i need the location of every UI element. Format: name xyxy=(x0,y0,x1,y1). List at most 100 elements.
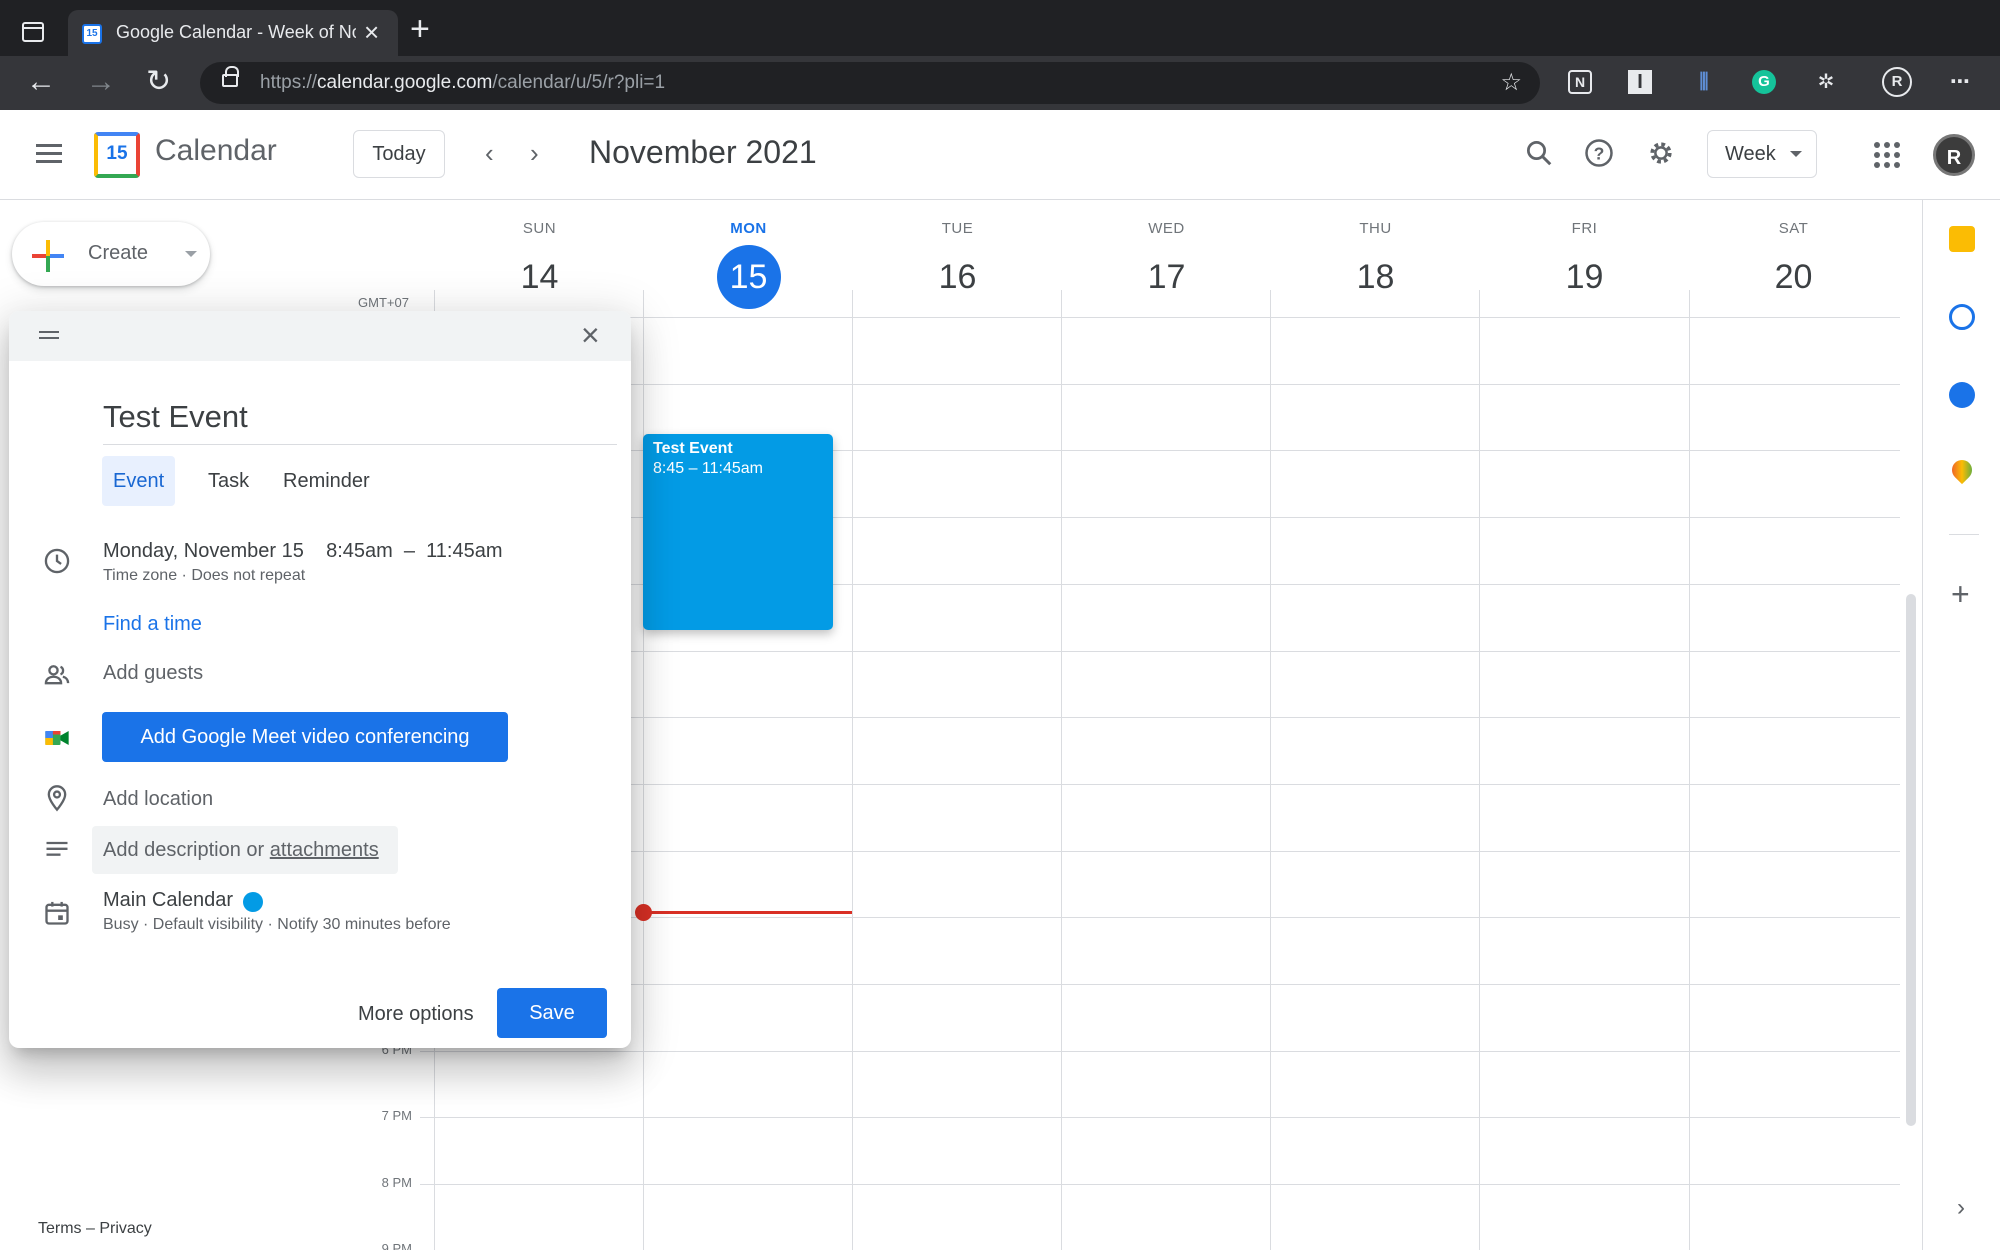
calendar-event-block[interactable]: Test Event 8:45 – 11:45am xyxy=(643,434,833,630)
hour-row-divider xyxy=(420,717,1900,718)
calendar-color-dot[interactable] xyxy=(243,892,263,912)
day-header-sun[interactable]: SUN 14 xyxy=(435,220,644,309)
caret-down-icon xyxy=(1790,151,1802,157)
more-menu-icon[interactable]: ⋯ xyxy=(1946,68,1974,96)
hour-row-divider xyxy=(420,450,1900,451)
lock-icon[interactable] xyxy=(222,66,239,87)
close-icon[interactable]: × xyxy=(581,319,600,351)
event-title-input[interactable]: Test Event xyxy=(103,389,617,445)
current-time-indicator xyxy=(643,911,852,914)
attachments-link[interactable]: attachments xyxy=(270,839,379,861)
browser-tab-active[interactable]: 15 Google Calendar - Week of November 15… xyxy=(68,10,398,56)
side-panel-divider xyxy=(1949,534,1979,535)
tab-task[interactable]: Task xyxy=(197,456,260,506)
day-number[interactable]: 19 xyxy=(1553,245,1617,309)
bars-extension-icon[interactable]: ⫼ xyxy=(1690,68,1718,96)
forward-arrow-icon[interactable]: → xyxy=(86,64,116,100)
close-tab-icon[interactable]: × xyxy=(364,18,379,46)
google-apps-icon[interactable] xyxy=(1874,142,1900,168)
day-of-week: SAT xyxy=(1778,220,1809,237)
view-selector[interactable]: Week xyxy=(1707,130,1817,178)
tab-event[interactable]: Event xyxy=(102,456,176,506)
day-header-tue[interactable]: TUE 16 xyxy=(853,220,1062,309)
keep-icon[interactable] xyxy=(1949,226,1975,252)
terms-privacy-links[interactable]: Terms – Privacy xyxy=(38,1220,152,1238)
address-url[interactable]: https://calendar.google.com/calendar/u/5… xyxy=(260,72,665,94)
add-location-field[interactable]: Add location xyxy=(103,788,213,811)
next-week-icon[interactable]: › xyxy=(530,138,539,168)
event-date-time[interactable]: Monday, November 15 8:45am – 11:45am xyxy=(103,540,502,563)
day-header-sat[interactable]: SAT 20 xyxy=(1689,220,1898,309)
svg-text:?: ? xyxy=(1594,143,1605,163)
tab-title: Google Calendar - Week of November 15, 2… xyxy=(116,22,356,42)
main-menu-icon[interactable] xyxy=(36,144,64,164)
more-options-button[interactable]: More options xyxy=(346,989,486,1039)
address-bar[interactable]: https://calendar.google.com/calendar/u/5… xyxy=(200,62,1540,104)
day-of-week: SUN xyxy=(522,220,557,237)
current-period-title: November 2021 xyxy=(589,134,817,170)
add-google-meet-button[interactable]: Add Google Meet video conferencing xyxy=(102,712,508,762)
contacts-icon[interactable] xyxy=(1949,382,1975,408)
day-number[interactable]: 14 xyxy=(508,245,572,309)
day-column-divider xyxy=(852,290,853,1250)
previous-week-icon[interactable]: ‹ xyxy=(485,138,494,168)
event-title: Test Event xyxy=(653,440,733,457)
settings-gear-icon[interactable] xyxy=(1645,138,1677,170)
add-description-field[interactable]: Add description or attachments xyxy=(92,826,398,874)
day-number[interactable]: 17 xyxy=(1135,245,1199,309)
help-icon[interactable]: ? xyxy=(1583,138,1615,170)
url-path: /calendar/u/5/r?pli=1 xyxy=(492,72,666,93)
clock-icon xyxy=(43,547,73,577)
calendar-header: 15 Calendar Today ‹ › November 2021 ? We… xyxy=(0,110,2000,200)
expand-panel-chevron-icon[interactable]: › xyxy=(1957,1194,1965,1222)
day-number[interactable]: 20 xyxy=(1762,245,1826,309)
instapaper-extension-icon[interactable]: I xyxy=(1628,70,1652,94)
drag-handle-icon[interactable] xyxy=(39,331,59,339)
notion-extension-icon[interactable]: N xyxy=(1568,70,1592,94)
day-of-week: WED xyxy=(1148,220,1185,237)
hour-row-divider xyxy=(420,584,1900,585)
today-button[interactable]: Today xyxy=(353,130,445,178)
dialog-drag-bar[interactable]: × xyxy=(9,311,631,361)
get-addons-plus-icon[interactable]: + xyxy=(1951,578,1970,610)
view-selector-label: Week xyxy=(1725,143,1776,165)
hour-row-divider xyxy=(434,317,1900,318)
add-guests-field[interactable]: Add guests xyxy=(103,662,203,685)
day-number[interactable]: 18 xyxy=(1344,245,1408,309)
grammarly-extension-icon[interactable]: G xyxy=(1752,70,1776,94)
tab-reminder[interactable]: Reminder xyxy=(272,456,381,506)
day-number-today[interactable]: 15 xyxy=(716,245,781,309)
quick-event-dialog: × Test Event Event Task Reminder Monday,… xyxy=(9,311,631,1048)
grid-scrollbar[interactable] xyxy=(1906,594,1916,1126)
tab-actions-icon[interactable] xyxy=(22,22,44,42)
add-favorite-icon[interactable]: ☆ xyxy=(1500,68,1522,97)
hour-row-divider xyxy=(420,1184,1900,1185)
calendar-details[interactable]: Busy · Default visibility · Notify 30 mi… xyxy=(103,916,451,934)
day-number[interactable]: 16 xyxy=(926,245,990,309)
timezone-repeat-info[interactable]: Time zone · Does not repeat xyxy=(103,567,305,585)
hour-row-divider xyxy=(420,1051,1900,1052)
calendar-name[interactable]: Main Calendar xyxy=(103,889,233,912)
app-name[interactable]: Calendar xyxy=(155,134,277,168)
search-icon[interactable] xyxy=(1523,138,1555,170)
tasks-icon[interactable] xyxy=(1949,304,1975,330)
day-header-fri[interactable]: FRI 19 xyxy=(1480,220,1689,309)
reload-icon[interactable]: ↻ xyxy=(146,64,171,100)
day-header-mon[interactable]: MON 15 xyxy=(644,220,853,309)
hour-row-divider xyxy=(420,384,1900,385)
time-label: 7 PM xyxy=(381,1108,412,1123)
day-column-divider xyxy=(1061,290,1062,1250)
logo-day-number: 15 xyxy=(106,143,128,164)
back-arrow-icon[interactable]: ← xyxy=(26,64,56,100)
extensions-puzzle-icon[interactable]: ✲ xyxy=(1812,68,1840,96)
account-avatar[interactable]: R xyxy=(1933,134,1975,176)
maps-icon[interactable] xyxy=(1947,455,1977,485)
create-button[interactable]: Create xyxy=(12,222,210,286)
save-button[interactable]: Save xyxy=(497,988,607,1038)
find-a-time-link[interactable]: Find a time xyxy=(103,613,202,636)
day-header-wed[interactable]: WED 17 xyxy=(1062,220,1271,309)
day-header-thu[interactable]: THU 18 xyxy=(1271,220,1480,309)
profile-avatar-icon[interactable]: R xyxy=(1882,67,1912,97)
new-tab-icon[interactable]: + xyxy=(410,12,430,46)
calendar-logo-icon[interactable]: 15 xyxy=(94,132,140,178)
